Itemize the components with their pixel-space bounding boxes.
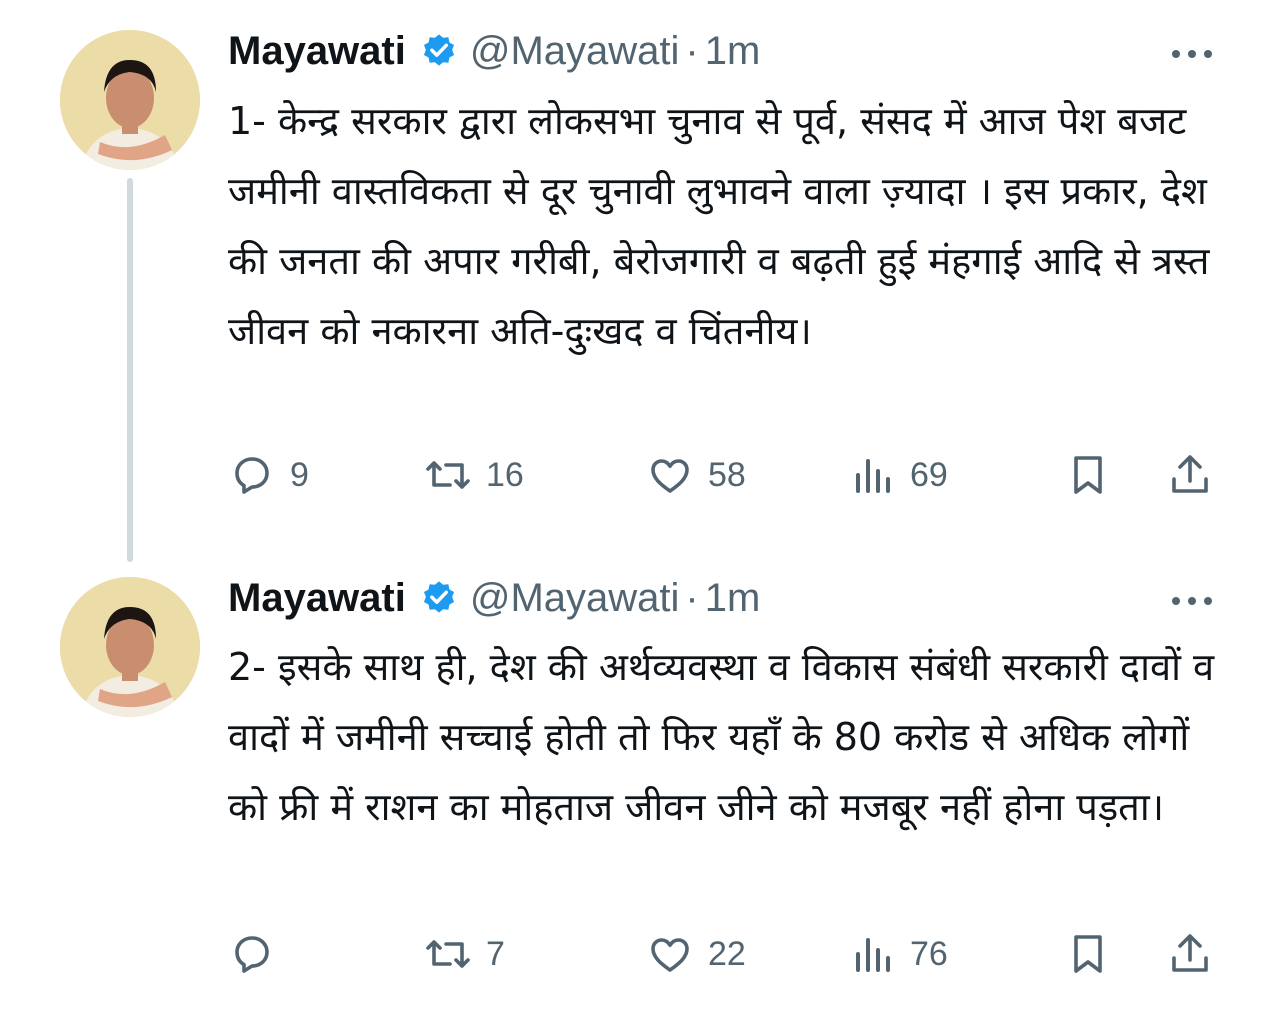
more-icon[interactable]	[1170, 592, 1214, 605]
retweet-button[interactable]: 7	[424, 924, 505, 984]
verified-badge-icon	[420, 32, 458, 70]
bookmark-button[interactable]	[1064, 445, 1112, 505]
tweet-2[interactable]: Mayawati @Mayawati · 1m 2- इसके साथ ही, …	[0, 560, 1280, 1014]
verified-badge-icon	[420, 579, 458, 617]
avatar[interactable]	[60, 30, 200, 170]
views-count: 76	[910, 934, 948, 973]
bookmark-icon	[1074, 935, 1102, 973]
tweet-actions: 9 16 58 69	[228, 445, 1218, 505]
author-name[interactable]: Mayawati	[228, 29, 406, 74]
retweet-button[interactable]: 16	[424, 445, 524, 505]
views-count: 69	[910, 455, 948, 494]
separator-dot: ·	[685, 28, 699, 73]
like-count: 58	[708, 455, 746, 494]
bookmark-button[interactable]	[1064, 924, 1112, 984]
views-icon	[856, 459, 890, 493]
timestamp[interactable]: 1m	[705, 29, 761, 74]
separator-dot: ·	[685, 575, 699, 620]
reply-count: 9	[290, 455, 309, 494]
avatar[interactable]	[60, 577, 200, 717]
share-button[interactable]	[1166, 924, 1214, 984]
tweet-actions: 7 22 76	[228, 924, 1218, 984]
like-button[interactable]: 58	[646, 445, 746, 505]
like-icon	[651, 459, 689, 493]
share-icon	[1172, 934, 1208, 972]
views-button[interactable]: 69	[848, 445, 948, 505]
author-handle[interactable]: @Mayawati	[470, 576, 680, 621]
tweet-1[interactable]: Mayawati @Mayawati · 1m 1- केन्द्र सरकार…	[0, 0, 1280, 560]
views-icon	[856, 938, 890, 972]
retweet-count: 7	[486, 934, 505, 973]
reply-icon	[235, 457, 269, 494]
bookmark-icon	[1074, 456, 1102, 494]
retweet-count: 16	[486, 455, 524, 494]
share-icon	[1172, 455, 1208, 493]
author-name[interactable]: Mayawati	[228, 576, 406, 621]
reply-button[interactable]: 9	[228, 445, 309, 505]
views-button[interactable]: 76	[848, 924, 948, 984]
retweet-icon	[426, 940, 470, 968]
tweet-text: 1- केन्द्र सरकार द्वारा लोकसभा चुनाव से …	[228, 99, 1210, 353]
like-count: 22	[708, 934, 746, 973]
reply-button[interactable]	[228, 924, 290, 984]
tweet-header: Mayawati @Mayawati · 1m	[228, 26, 760, 76]
timestamp[interactable]: 1m	[705, 576, 761, 621]
author-handle[interactable]: @Mayawati	[470, 29, 680, 74]
share-button[interactable]	[1166, 445, 1214, 505]
retweet-icon	[426, 461, 470, 489]
like-button[interactable]: 22	[646, 924, 746, 984]
reply-icon	[235, 936, 269, 973]
tweet-text: 2- इसके साथ ही, देश की अर्थव्यवस्था व वि…	[228, 645, 1215, 829]
more-icon[interactable]	[1170, 45, 1214, 58]
like-icon	[651, 938, 689, 972]
tweet-header: Mayawati @Mayawati · 1m	[228, 573, 760, 623]
